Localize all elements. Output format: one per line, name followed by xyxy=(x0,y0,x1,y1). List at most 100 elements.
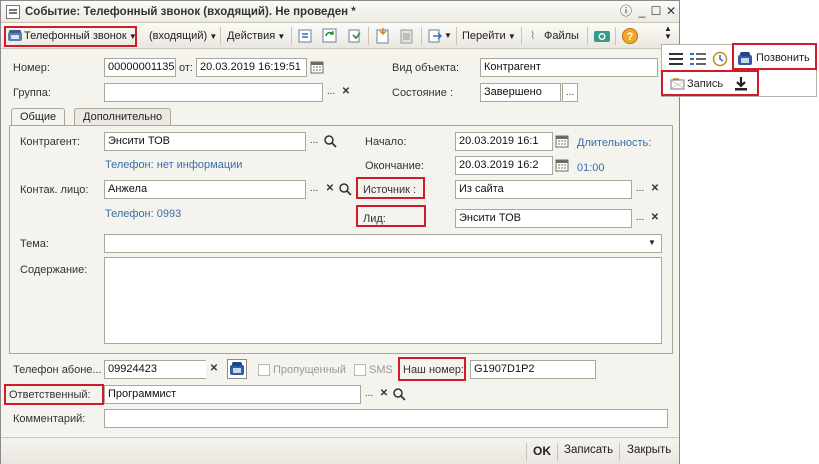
source-input[interactable]: Из сайта xyxy=(455,180,632,199)
actions-menu[interactable]: Действия ▼ xyxy=(227,27,285,45)
select-button[interactable]: ... xyxy=(361,385,377,404)
missed-checkbox[interactable] xyxy=(258,364,270,376)
content-textarea[interactable] xyxy=(104,257,662,344)
camera-icon[interactable] xyxy=(593,27,611,45)
clear-icon[interactable]: ✕ xyxy=(206,360,222,379)
tab-additional[interactable]: Дополнительно xyxy=(74,108,172,126)
chevron-down-icon: ▼ xyxy=(444,31,452,40)
highlight-box xyxy=(398,357,466,381)
toolbar-separator xyxy=(557,443,558,461)
unpost-icon[interactable] xyxy=(398,27,416,45)
group-input[interactable] xyxy=(104,83,323,102)
search-icon[interactable] xyxy=(338,182,352,196)
highlight-box xyxy=(356,205,426,227)
highlight-box xyxy=(356,177,425,199)
search-icon[interactable] xyxy=(323,134,337,148)
chevron-down-icon: ▼ xyxy=(505,32,516,41)
highlight-box xyxy=(4,384,104,405)
lead-input[interactable]: Энсити ТОВ xyxy=(455,209,632,228)
help-icon[interactable]: ? xyxy=(621,27,639,45)
svg-text:?: ? xyxy=(627,31,634,43)
our-number-input[interactable]: G1907D1P2 xyxy=(470,360,596,379)
select-button[interactable]: ... xyxy=(306,132,322,151)
number-label: Номер: xyxy=(13,62,50,74)
number-input[interactable]: 00000001135 xyxy=(104,58,176,77)
toolbar-separator xyxy=(368,27,369,45)
highlight-box xyxy=(661,70,759,96)
toolbar-separator xyxy=(619,443,620,461)
list-icon[interactable] xyxy=(668,51,684,67)
subscriber-phone-label: Телефон абоне... xyxy=(13,364,102,376)
chevron-down-icon[interactable]: ▼ xyxy=(648,238,656,247)
document-icon xyxy=(6,4,20,19)
subscriber-phone-input[interactable]: 09924423 xyxy=(104,360,220,379)
copy-icon[interactable] xyxy=(346,27,364,45)
from-label: от: xyxy=(179,62,193,74)
sms-checkbox[interactable] xyxy=(354,364,366,376)
select-button[interactable]: ... xyxy=(632,209,648,228)
date-input[interactable]: 20.03.2019 16:19:51 xyxy=(196,58,307,77)
search-icon[interactable] xyxy=(392,387,406,401)
refresh-icon[interactable] xyxy=(321,27,339,45)
state-input[interactable]: Завершено xyxy=(480,83,561,102)
subject-input[interactable] xyxy=(104,234,662,253)
start-label: Начало: xyxy=(365,136,407,148)
event-window: Событие: Телефонный звонок (входящий). Н… xyxy=(0,0,680,464)
contact-phone-link[interactable]: Телефон: 0993 xyxy=(105,207,181,221)
document-post-icon[interactable] xyxy=(374,27,392,45)
contact-input[interactable]: Анжела xyxy=(104,180,306,199)
sms-label: SMS xyxy=(369,364,393,376)
highlight-box xyxy=(732,43,817,70)
object-type-input[interactable]: Контрагент xyxy=(480,58,658,77)
post-icon[interactable] xyxy=(297,27,315,45)
select-button[interactable]: ... xyxy=(632,180,648,199)
close-form-button[interactable]: Закрыть xyxy=(627,444,671,456)
toolbar-separator xyxy=(456,27,457,45)
select-button[interactable]: ... xyxy=(306,180,322,199)
clear-icon[interactable]: ✕ xyxy=(338,83,354,102)
close-button[interactable]: ✕ xyxy=(663,4,679,19)
responsible-input[interactable]: Программист xyxy=(104,385,361,404)
group-label: Группа: xyxy=(13,87,51,99)
counterparty-input[interactable]: Энсити ТОВ xyxy=(104,132,306,151)
state-label: Состояние : xyxy=(392,87,453,99)
clear-icon[interactable]: ✕ xyxy=(376,385,392,404)
toolbar-separator xyxy=(521,27,522,45)
calendar-icon[interactable] xyxy=(555,158,569,172)
toolbar: Телефонный звонок ▼ (входящий) ▼ Действи… xyxy=(1,23,679,49)
duration-label: Длительность: xyxy=(577,137,652,149)
toolbar-overflow-button[interactable]: ▲ ▼ xyxy=(664,25,674,43)
clear-icon[interactable]: ✕ xyxy=(647,180,663,199)
select-button[interactable]: ... xyxy=(562,83,578,102)
create-based-on-button[interactable]: ▼ xyxy=(427,27,453,45)
clear-icon[interactable]: ✕ xyxy=(647,209,663,228)
ok-button[interactable]: OK xyxy=(533,444,551,458)
select-button[interactable]: ... xyxy=(323,83,339,102)
files-button[interactable]: ⌇ Файлы xyxy=(528,27,579,45)
info-icon[interactable]: ⓘ xyxy=(618,4,634,19)
toolbar-separator xyxy=(421,27,422,45)
window-title: Событие: Телефонный звонок (входящий). Н… xyxy=(25,5,356,18)
save-button[interactable]: Записать xyxy=(564,444,613,456)
direction-button[interactable]: (входящий) ▼ xyxy=(149,27,217,45)
highlight-box xyxy=(4,26,137,47)
end-input[interactable]: 20.03.2019 16:2 xyxy=(455,156,553,175)
comment-input[interactable] xyxy=(104,409,668,428)
bottom-bar: OK Записать Закрыть xyxy=(1,437,679,464)
toolbar-separator xyxy=(615,27,616,45)
start-input[interactable]: 20.03.2019 16:1 xyxy=(455,132,553,151)
contact-label: Контак. лицо: xyxy=(20,184,89,196)
calendar-icon[interactable] xyxy=(555,134,569,148)
toolbar-separator xyxy=(291,27,292,45)
calendar-icon[interactable] xyxy=(310,60,324,74)
counterparty-phone-link[interactable]: Телефон: нет информации xyxy=(105,158,242,172)
history-icon[interactable] xyxy=(712,51,728,67)
maximize-button[interactable]: ☐ xyxy=(648,4,664,19)
paperclip-icon: ⌇ xyxy=(530,30,536,42)
comment-label: Комментарий: xyxy=(13,413,86,425)
call-phone-icon[interactable] xyxy=(227,359,247,379)
settings-list-icon[interactable] xyxy=(689,51,707,67)
clear-icon[interactable]: ✕ xyxy=(322,180,338,199)
counterparty-label: Контрагент: xyxy=(20,136,80,148)
goto-menu[interactable]: Перейти ▼ xyxy=(462,27,516,45)
